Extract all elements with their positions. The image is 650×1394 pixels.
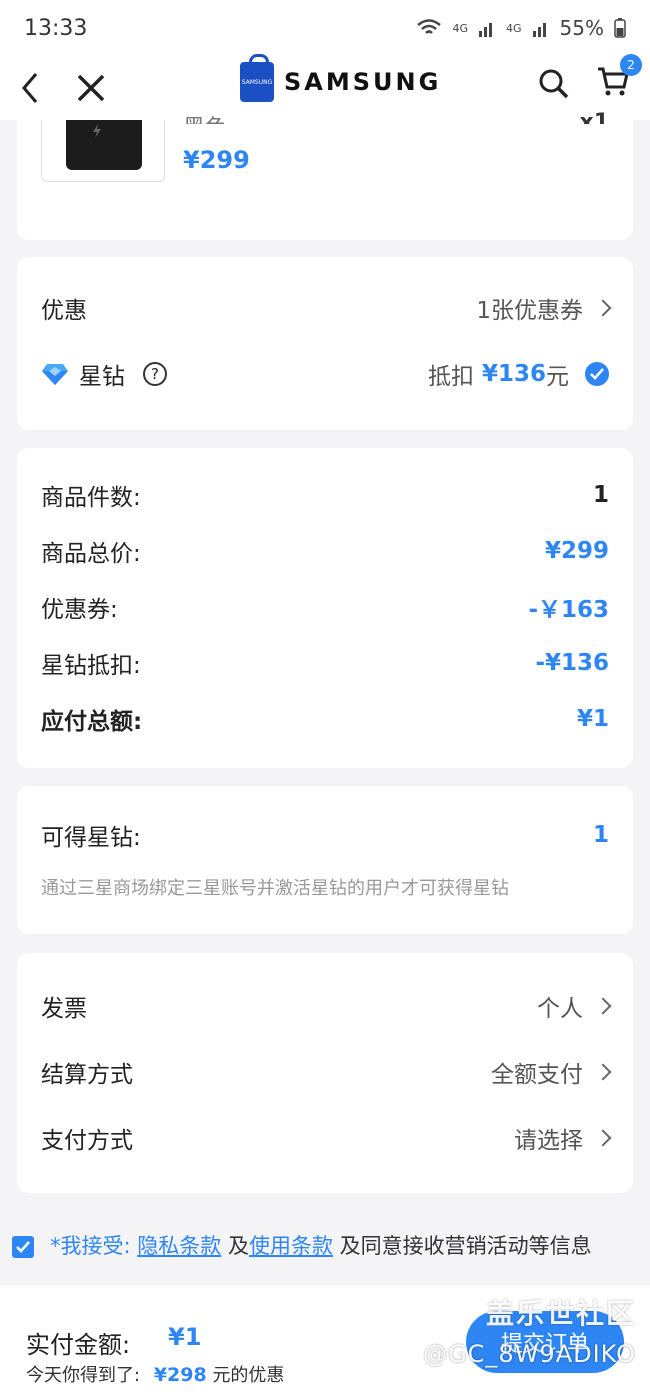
agreement-section: *我接受: 隐私条款 及使用条款 及同意接收营销活动等信息 [12, 1232, 638, 1260]
payment-method-label: 支付方式 [41, 1128, 133, 1154]
chevron-right-icon [594, 1063, 612, 1081]
summary-value: -￥163 [528, 597, 609, 623]
agreement-and: 及 [227, 1234, 249, 1258]
star-deduct-prefix: 抵扣 [427, 364, 474, 390]
signal-4g-label-1: 4G [452, 21, 469, 35]
signal-icon [479, 23, 493, 37]
settlement-row[interactable]: 结算方式 全额支付 [41, 1055, 612, 1089]
top-nav-bar: SAMSUNG SAMSUNG 2 [0, 54, 650, 120]
terms-link[interactable]: 使用条款 [249, 1234, 333, 1258]
invoice-label: 发票 [41, 996, 87, 1022]
summary-label: 商品总价: [41, 541, 141, 567]
product-price: ¥299 [183, 146, 250, 174]
total-value: ¥1 [576, 706, 609, 732]
summary-total-row: 应付总额: ¥1 [41, 702, 609, 736]
signal-icon-2 [532, 23, 546, 37]
summary-row: 星钻抵扣: -¥136 [41, 646, 609, 680]
product-quantity: x1 [579, 110, 610, 124]
summary-label: 星钻抵扣: [41, 653, 141, 679]
chevron-right-icon [594, 997, 612, 1015]
cart-count-badge: 2 [620, 54, 642, 76]
payment-method-row[interactable]: 支付方式 请选择 [41, 1121, 612, 1155]
help-icon[interactable]: ? [143, 362, 167, 386]
battery-level: 55% [559, 16, 604, 40]
diamond-icon [42, 364, 68, 385]
status-bar: 13:33 4G 4G 55% [0, 0, 650, 56]
privacy-link[interactable]: 隐私条款 [137, 1234, 221, 1258]
star-deduct-amount: ¥136 [481, 361, 546, 387]
status-icons: 4G 4G 55% [416, 16, 626, 40]
summary-label: 优惠券: [41, 597, 118, 623]
product-card: 黑色 x1 ¥299 [17, 110, 633, 240]
earn-stars-card: 可得星钻: 1 通过三星商场绑定三星账号并激活星钻的用户才可获得星钻 [17, 786, 633, 934]
product-image [41, 120, 165, 182]
signal-4g-label-2: 4G [506, 21, 522, 35]
star-deduct-toggle[interactable]: 抵扣 ¥136 元 [428, 357, 609, 391]
summary-row: 优惠券: -￥163 [41, 590, 609, 624]
saved-text: 今天你得到了: ¥298 元的优惠 [26, 1361, 284, 1387]
battery-icon [614, 18, 626, 38]
checked-circle-icon[interactable] [585, 362, 609, 386]
saved-amount: ¥298 [153, 1364, 207, 1386]
pay-amount-value: ¥1 [168, 1323, 202, 1351]
star-diamond-row: 星钻 ? 抵扣 ¥136 元 [41, 357, 609, 391]
coupon-value: 1张优惠券 [476, 298, 583, 324]
checkout-options-card: 发票 个人 结算方式 全额支付 支付方式 请选择 [17, 953, 633, 1193]
wifi-icon [417, 19, 442, 34]
pay-amount-label: 实付金额: [26, 1331, 131, 1359]
benefits-card: 优惠 1张优惠券 星钻 ? 抵扣 ¥136 元 [17, 257, 633, 430]
settlement-label: 结算方式 [41, 1062, 133, 1088]
summary-row: 商品件数: 1 [41, 478, 609, 512]
payment-method-value: 请选择 [514, 1128, 583, 1154]
earn-row: 可得星钻: 1 [41, 818, 609, 852]
shopping-bag-icon: SAMSUNG [240, 54, 274, 102]
summary-value: 1 [592, 482, 609, 508]
summary-value: ¥299 [544, 538, 609, 564]
star-deduct-suffix: 元 [546, 364, 569, 390]
order-summary-card: 商品件数: 1 商品总价: ¥299 优惠券: -￥163 星钻抵扣: -¥13… [17, 448, 633, 768]
saved-suffix: 元的优惠 [212, 1365, 285, 1386]
agreement-text: *我接受: 隐私条款 及使用条款 及同意接收营销活动等信息 [50, 1232, 592, 1260]
invoice-row[interactable]: 发票 个人 [41, 989, 612, 1023]
coupon-row[interactable]: 优惠 1张优惠券 [41, 291, 612, 325]
invoice-value: 个人 [537, 996, 583, 1022]
earn-value: 1 [592, 822, 609, 848]
agreement-required: *我接受: [50, 1234, 131, 1258]
product-variant: 黑色 [183, 110, 227, 124]
summary-label: 商品件数: [41, 485, 141, 511]
agree-checkbox[interactable] [12, 1236, 34, 1258]
samsung-logo: SAMSUNG SAMSUNG [240, 54, 442, 102]
chevron-right-icon [594, 1129, 612, 1147]
earn-note: 通过三星商场绑定三星账号并激活星钻的用户才可获得星钻 [41, 878, 509, 899]
brand-name: SAMSUNG [284, 68, 442, 96]
star-diamond-label: 星钻 [79, 364, 125, 390]
chevron-right-icon [594, 299, 612, 317]
close-icon[interactable] [76, 73, 106, 103]
summary-value: -¥136 [535, 650, 609, 676]
watermark-user: @GC_8W9ADIKO [423, 1340, 636, 1368]
status-time: 13:33 [24, 15, 88, 41]
watermark-title: 盖乐世社区 [485, 1297, 636, 1330]
settlement-value: 全额支付 [491, 1062, 583, 1088]
search-icon[interactable] [538, 68, 570, 100]
agreement-rest: 及同意接收营销活动等信息 [339, 1234, 592, 1258]
saved-prefix: 今天你得到了: [26, 1365, 141, 1386]
total-label: 应付总额: [41, 709, 143, 735]
earn-label: 可得星钻: [41, 825, 141, 851]
back-arrow-icon[interactable] [20, 71, 40, 105]
cart-button[interactable]: 2 [596, 54, 642, 102]
coupon-label: 优惠 [41, 298, 87, 324]
summary-row: 商品总价: ¥299 [41, 534, 609, 568]
